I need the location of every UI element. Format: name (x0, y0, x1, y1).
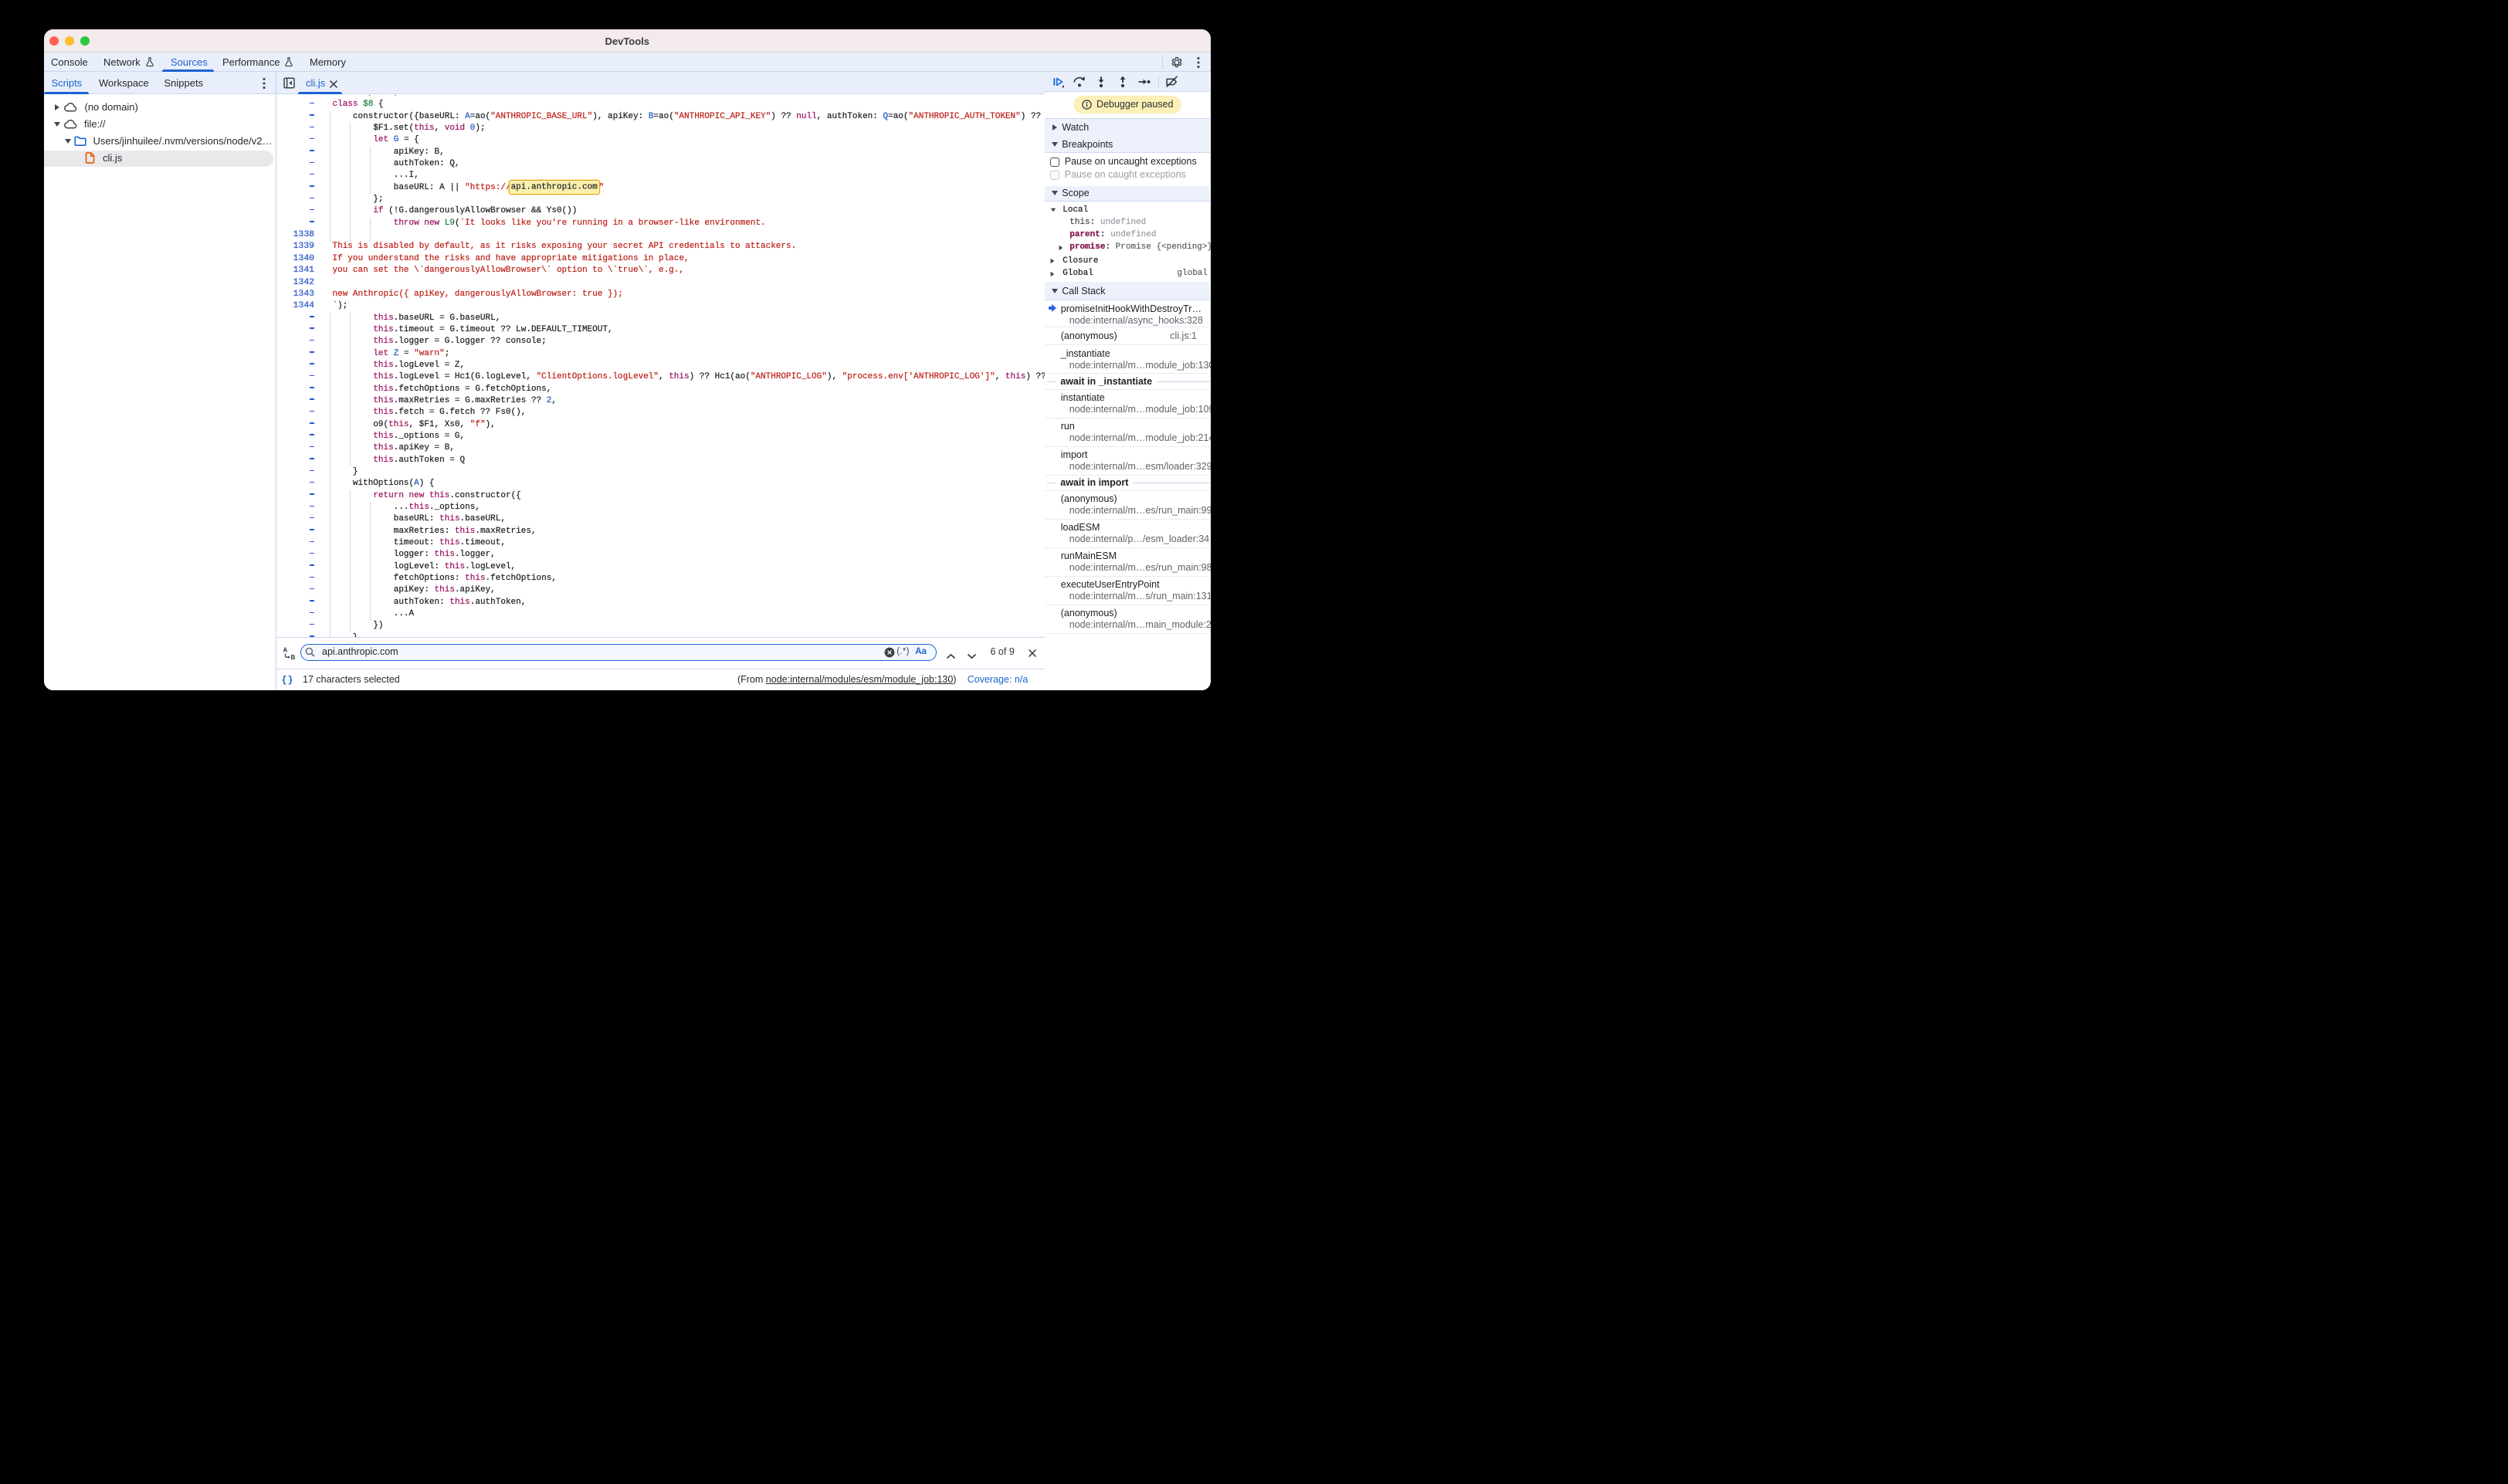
svg-text:A: A (283, 647, 287, 654)
svg-text:B: B (290, 654, 295, 660)
